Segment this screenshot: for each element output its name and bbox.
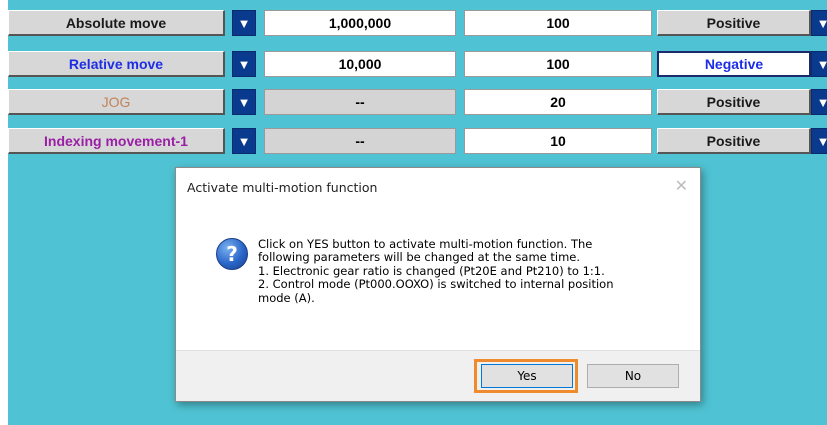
distance-field[interactable]: -- [264,89,456,115]
distance-field[interactable]: 10,000 [264,51,456,77]
speed-field[interactable]: 100 [464,10,652,36]
mode-button[interactable]: Absolute move [8,10,225,36]
mode-dropdown-icon[interactable]: ▼ [232,128,256,154]
direction-dropdown-icon[interactable]: ▼ [811,10,827,36]
distance-field[interactable]: 1,000,000 [264,10,456,36]
mode-button[interactable]: Indexing movement-1 [8,128,225,154]
motion-row-4: Indexing movement-1 ▼ -- 10 Positive ▼ [8,128,827,154]
direction-button[interactable]: Positive [657,128,811,154]
mode-dropdown-icon[interactable]: ▼ [232,10,256,36]
motion-row-2: Relative move ▼ 10,000 100 Negative ▼ [8,51,827,77]
message-line: mode (A). [258,290,315,305]
dialog-footer: Yes No [176,350,700,401]
yes-button[interactable]: Yes [481,364,573,388]
confirm-dialog: Activate multi-motion function ✕ ? Click… [175,167,701,402]
speed-field[interactable]: 100 [464,51,652,77]
direction-dropdown-icon[interactable]: ▼ [811,89,827,115]
dialog-title: Activate multi-motion function [187,180,378,195]
speed-field[interactable]: 20 [464,89,652,115]
direction-button[interactable]: Positive [657,10,811,36]
direction-button[interactable]: Positive [657,89,811,115]
message-line: Click on YES button to activate multi-mo… [258,237,593,251]
direction-dropdown-icon[interactable]: ▼ [811,128,827,154]
direction-dropdown-icon[interactable]: ▼ [811,51,827,77]
dialog-message: Click on YES button to activate multi-mo… [258,237,678,305]
message-line: following parameters will be changed at … [258,250,581,265]
motion-row-1: Absolute move ▼ 1,000,000 100 Positive ▼ [8,10,827,36]
close-icon[interactable]: ✕ [675,176,688,195]
mode-button[interactable]: JOG [8,89,225,115]
speed-field[interactable]: 10 [464,128,652,154]
question-icon: ? [216,238,248,270]
mode-dropdown-icon[interactable]: ▼ [232,51,256,77]
motion-row-3: JOG ▼ -- 20 Positive ▼ [8,89,827,115]
mode-dropdown-icon[interactable]: ▼ [232,89,256,115]
no-button[interactable]: No [587,364,679,388]
message-line: 1. Electronic gear ratio is changed (Pt2… [258,263,605,278]
distance-field[interactable]: -- [264,128,456,154]
mode-button[interactable]: Relative move [8,51,225,77]
direction-button[interactable]: Negative [657,51,811,77]
message-line: 2. Control mode (Pt000.OOXO) is switched… [258,277,614,292]
